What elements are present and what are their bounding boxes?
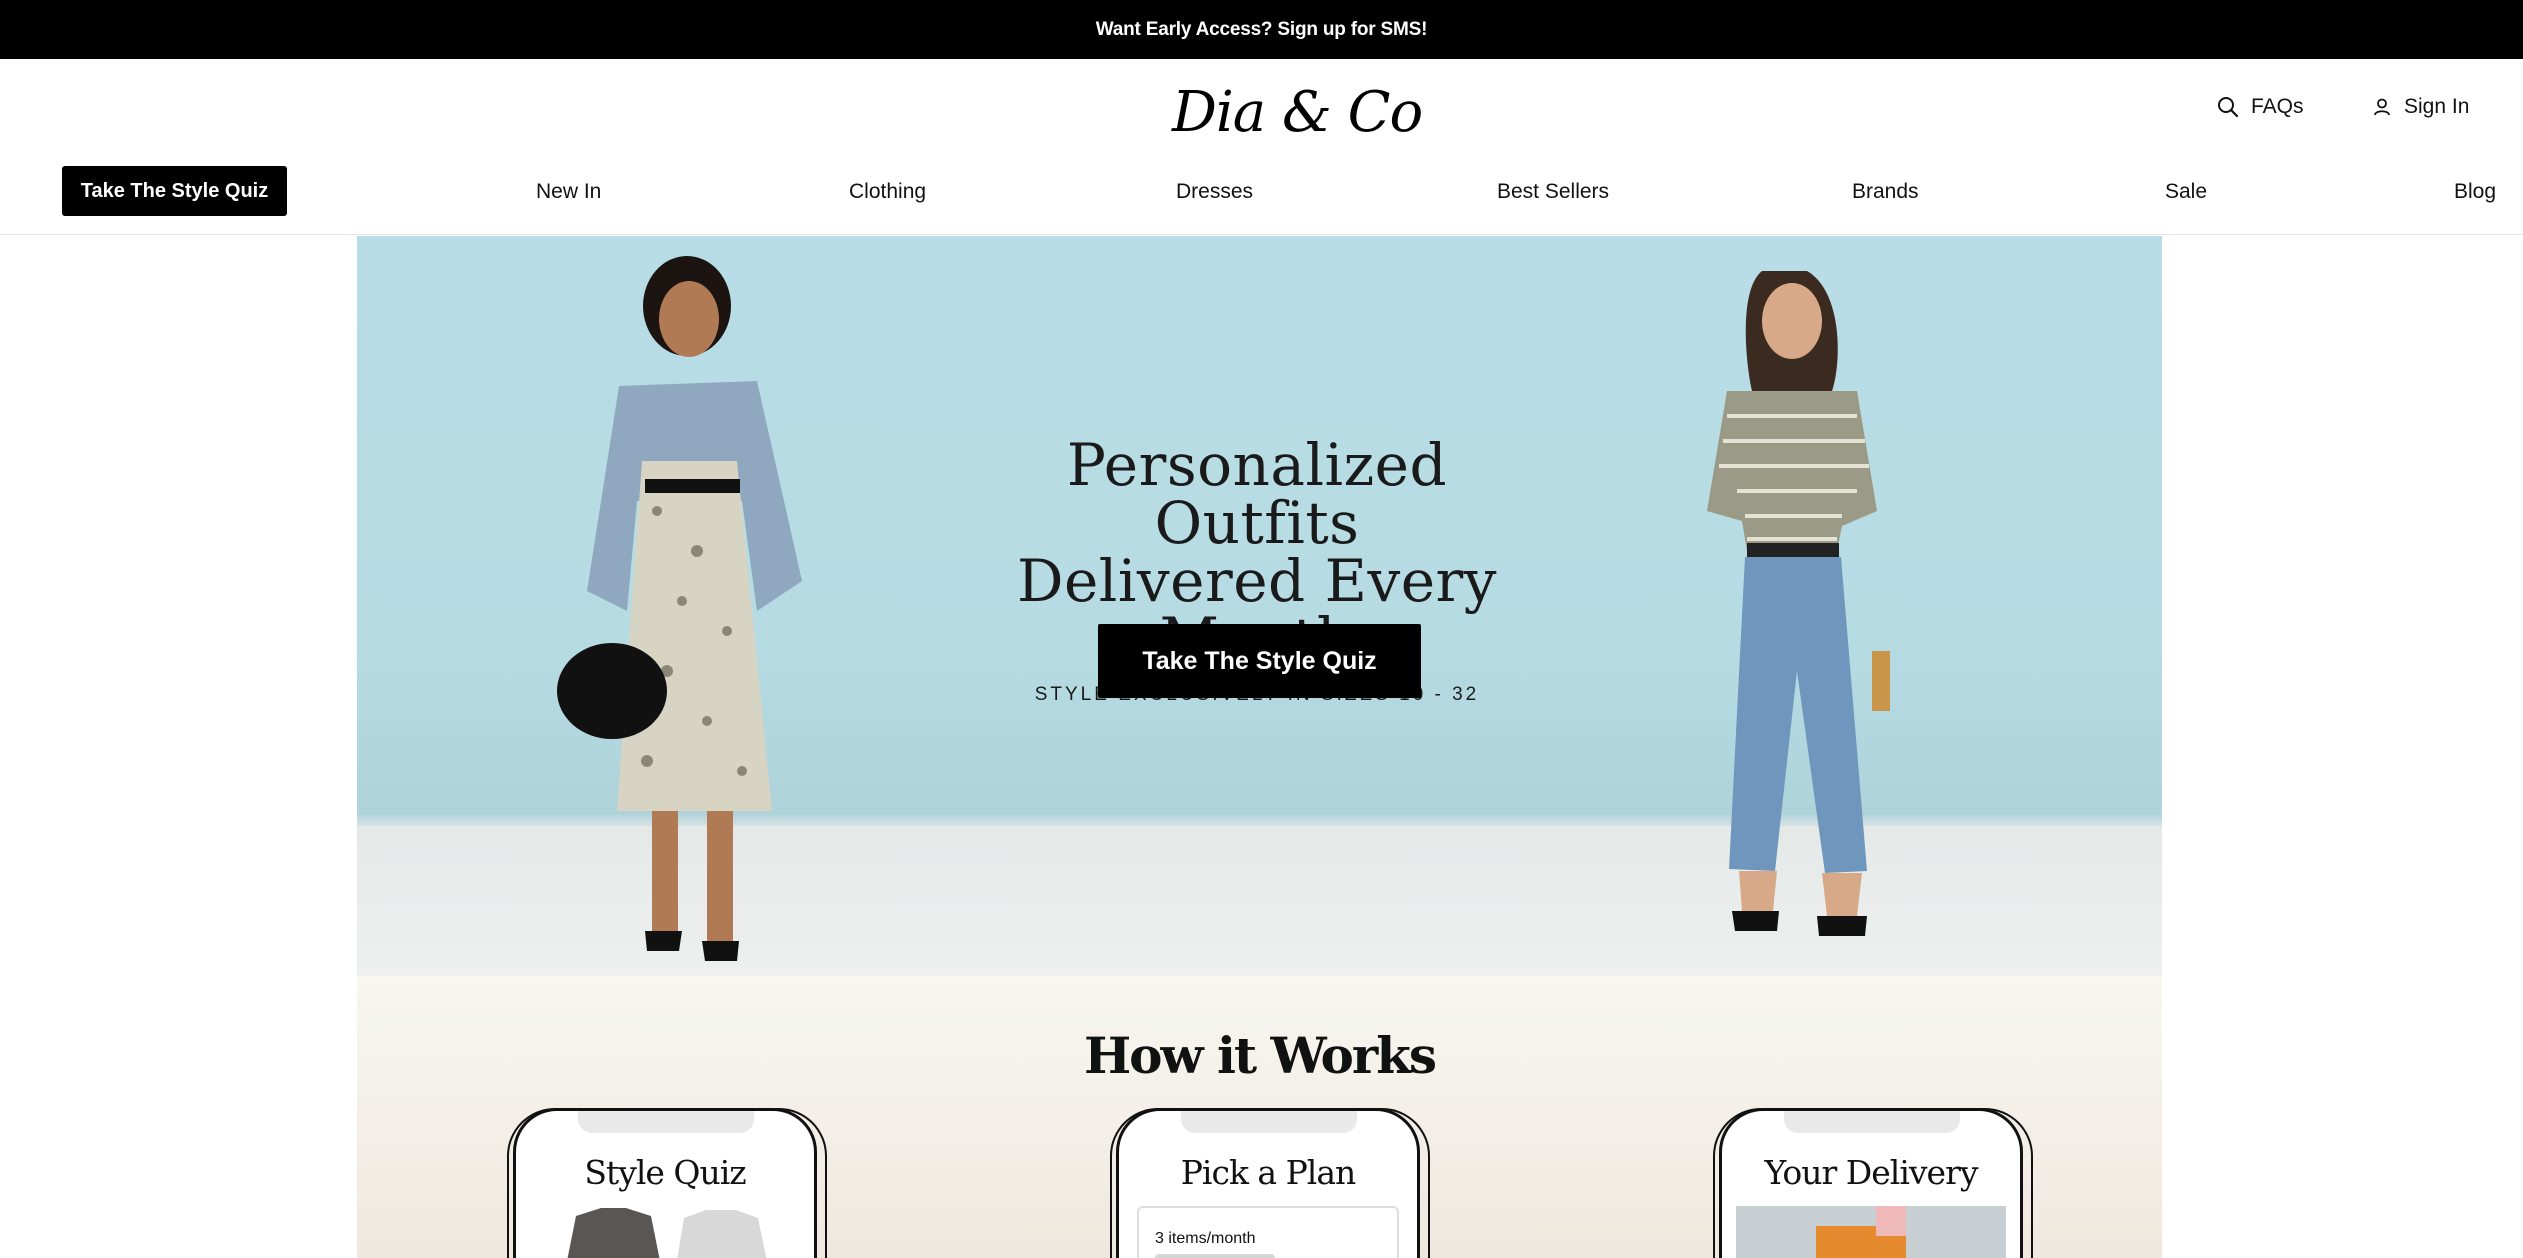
faqs-label: FAQs	[2251, 95, 2304, 118]
main-nav: Take The Style Quiz New In Clothing Dres…	[0, 165, 2523, 235]
step-style-quiz-phone: Style Quiz	[507, 1108, 827, 1258]
nav-item-new-in[interactable]: New In	[536, 180, 601, 204]
promo-bar[interactable]: Want Early Access? Sign up for SMS!	[0, 0, 2523, 59]
sign-in-link[interactable]: Sign In	[2372, 95, 2469, 119]
quiz-clothes-image	[567, 1208, 767, 1258]
hero-style-quiz-button[interactable]: Take The Style Quiz	[1098, 624, 1421, 698]
hero-banner: Personalized Outfits Delivered Every Mon…	[357, 236, 2162, 976]
nav-item-blog[interactable]: Blog	[2454, 180, 2496, 204]
nav-item-clothing[interactable]: Clothing	[849, 180, 926, 204]
hero-title-line1: Personalized Outfits	[1066, 431, 1448, 557]
phone-notch	[1784, 1111, 1960, 1133]
step-title: Pick a Plan	[1180, 1153, 1357, 1192]
site-header: Dia & Co FAQs Sign In	[0, 59, 2523, 165]
plan-option-detail	[1155, 1254, 1275, 1258]
step-delivery-phone: Your Delivery	[1713, 1108, 2033, 1258]
step-pick-plan-phone: Pick a Plan 3 items/month	[1110, 1108, 1430, 1258]
promo-text[interactable]: Want Early Access? Sign up for SMS!	[1096, 19, 1428, 41]
nav-style-quiz-button[interactable]: Take The Style Quiz	[62, 166, 287, 216]
phone-notch	[1181, 1111, 1357, 1133]
hero-model-right-image	[1707, 271, 1890, 936]
nav-item-brands[interactable]: Brands	[1852, 180, 1919, 204]
search-icon	[2217, 96, 2239, 118]
site-logo[interactable]: Dia & Co	[1172, 81, 1423, 145]
sign-in-label: Sign In	[2404, 95, 2470, 118]
nav-item-best-sellers[interactable]: Best Sellers	[1497, 180, 1609, 204]
plan-option-label: 3 items/month	[1155, 1230, 1256, 1247]
nav-item-sale[interactable]: Sale	[2165, 180, 2207, 204]
step-title: Style Quiz	[584, 1153, 746, 1192]
step-title: Your Delivery	[1764, 1153, 1979, 1192]
nav-item-dresses[interactable]: Dresses	[1176, 180, 1253, 204]
phone-notch	[578, 1111, 754, 1133]
how-it-works-section: How it Works Style Quiz Pick a Plan 3 it…	[357, 976, 2162, 1258]
user-icon	[2372, 97, 2392, 117]
delivery-box-image	[1736, 1206, 2006, 1258]
how-it-works-title: How it Works	[1083, 1026, 1437, 1085]
hero-model-left-image	[557, 256, 802, 961]
plan-option-card[interactable]: 3 items/month	[1137, 1206, 1399, 1258]
faqs-link[interactable]: FAQs	[2217, 95, 2304, 119]
